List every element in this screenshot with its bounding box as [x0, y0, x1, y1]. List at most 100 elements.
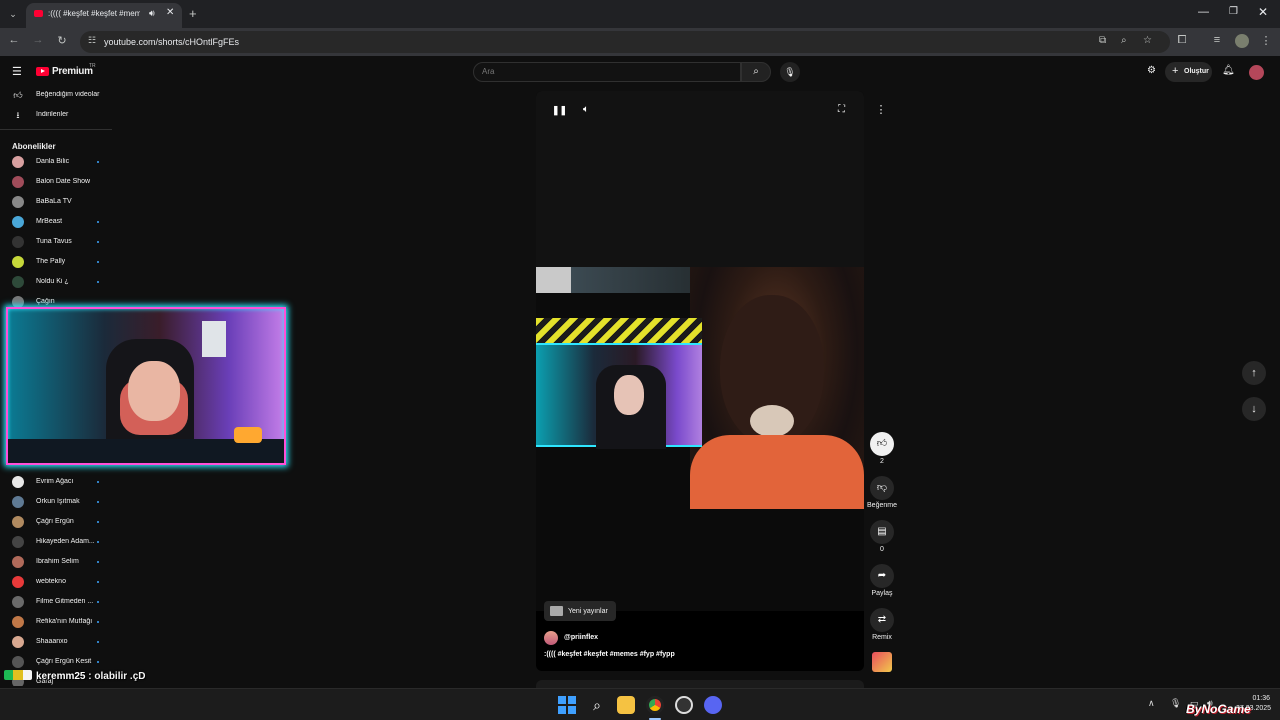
like-button[interactable]: 👍︎ — [870, 432, 894, 456]
subscription-item[interactable]: Tuna Tavus — [0, 233, 112, 253]
sidebar-divider — [0, 129, 112, 130]
dislike-button[interactable]: 👎︎ — [870, 476, 894, 500]
subscription-item[interactable]: webtekno — [0, 573, 112, 593]
audio-playing-icon[interactable]: 🔊︎ — [149, 8, 155, 19]
tab-list-icon[interactable]: ⌄ — [4, 5, 22, 23]
sound-thumbnail[interactable] — [872, 652, 892, 672]
new-content-dot — [97, 601, 99, 603]
forward-icon[interactable]: → — [30, 34, 46, 46]
browser-tab-active[interactable]: :(((( #keşfet #keşfet #memes 🔊︎ ✕ — [26, 3, 182, 28]
bookmark-star-icon[interactable]: ☆ — [1143, 35, 1152, 46]
share-label: Paylaş — [871, 590, 893, 597]
browser-toolbar: ← → ↻ ☷ youtube.com/shorts/cHOntlFgFEs ⧉… — [0, 28, 1280, 56]
arrow-up-icon: ↑ — [1251, 367, 1257, 379]
browser-menu-icon[interactable]: ⋮ — [1258, 34, 1274, 47]
chip-label: Yeni yayınlar — [568, 607, 608, 615]
file-explorer-icon[interactable] — [617, 696, 635, 714]
install-icon[interactable]: ⧉ — [1099, 35, 1106, 46]
previous-short-button[interactable]: ↑ — [1242, 361, 1266, 385]
subscription-item[interactable]: Balon Date Show — [0, 173, 112, 193]
comments-button[interactable]: ▤ — [870, 520, 894, 544]
subscription-item[interactable]: Orkun Işıtmak — [0, 493, 112, 513]
video-top-area — [536, 91, 864, 267]
remix-button[interactable]: ⇄ — [870, 608, 894, 632]
subscription-label: BaBaLa TV — [36, 198, 72, 205]
channel-avatar — [12, 636, 24, 648]
next-short-button[interactable]: ↓ — [1242, 397, 1266, 421]
back-icon[interactable]: ← — [6, 34, 22, 46]
chat-text: : olabilir .çD — [88, 671, 146, 682]
gear-icon[interactable]: ⚙ — [1147, 65, 1156, 76]
subscription-item[interactable]: Filme Gitmeden ... — [0, 593, 112, 613]
restore-icon[interactable]: ❐ — [1229, 6, 1238, 17]
subscription-item[interactable]: İbrahim Selim — [0, 553, 112, 573]
tray-overflow-icon[interactable]: ∧ — [1148, 698, 1155, 709]
plus-icon: + — [1172, 65, 1179, 77]
subscription-label: webtekno — [36, 578, 66, 585]
youtube-header: ☰ Premium TR ⌕ 🎙︎ ⚙ + Oluştur 🔔︎ — [0, 56, 1280, 88]
browser-tabstrip: ⌄ :(((( #keşfet #keşfet #memes 🔊︎ ✕ + — … — [0, 0, 1280, 28]
subscription-label: Hikayeden Adam... — [36, 538, 94, 545]
subscription-item[interactable]: Çağrı Ergün — [0, 513, 112, 533]
search-button[interactable]: ⌕ — [741, 62, 771, 82]
profile-avatar[interactable] — [1235, 34, 1249, 48]
shorts-player[interactable]: ❚❚ 🔈︎ ⛶ Yeni yayınlar @priinflex :(((( #… — [536, 91, 864, 671]
subscription-item[interactable]: BaBaLa TV — [0, 193, 112, 213]
youtube-logo-text[interactable]: Premium — [52, 66, 93, 77]
media-controls-icon[interactable]: ≡ — [1209, 34, 1225, 46]
channel-name[interactable]: @priinflex — [564, 634, 598, 641]
menu-icon[interactable]: ☰ — [12, 65, 22, 78]
search-input[interactable] — [482, 67, 722, 76]
subscription-item[interactable]: Evrim Ağacı — [0, 473, 112, 493]
discord-icon[interactable] — [704, 696, 722, 714]
video-title[interactable]: :(((( #keşfet #keşfet #memes #fyp #fypp — [544, 651, 675, 658]
sidebar-item-downloads[interactable]: ⭳ İndirilenler — [0, 106, 112, 126]
reload-icon[interactable]: ↻ — [54, 34, 70, 47]
youtube-logo-icon[interactable] — [36, 67, 49, 76]
search-icon[interactable]: ⌕ — [588, 696, 606, 714]
subscription-item[interactable]: The Pally — [0, 253, 112, 273]
minimize-icon[interactable]: — — [1198, 6, 1209, 18]
subscription-item[interactable]: Noldu Ki ¿ — [0, 273, 112, 293]
clock-time[interactable]: 01:36 — [1240, 695, 1270, 702]
account-avatar[interactable] — [1249, 65, 1264, 80]
volume-icon[interactable]: 🔈︎ — [583, 104, 589, 115]
extensions-icon[interactable]: ⧠ — [1174, 34, 1190, 47]
pause-icon[interactable]: ❚❚ — [552, 105, 567, 116]
app-icon[interactable] — [675, 696, 693, 714]
next-short-preview[interactable] — [536, 680, 864, 688]
create-button[interactable]: + Oluştur — [1165, 62, 1212, 82]
thumbs-down-icon: 👎︎ — [876, 482, 888, 493]
subscription-item[interactable]: Refika'nın Mutfağı — [0, 613, 112, 633]
new-content-dot — [97, 481, 99, 483]
share-button[interactable]: ➦ — [870, 564, 894, 588]
subscription-item[interactable]: Hikayeden Adam... — [0, 533, 112, 553]
video-meme-frame — [690, 267, 864, 509]
chrome-icon[interactable] — [646, 696, 664, 714]
new-streams-chip[interactable]: Yeni yayınlar — [544, 601, 616, 621]
fullscreen-icon[interactable]: ⛶ — [838, 104, 845, 115]
sidebar-item-liked-videos[interactable]: 👍︎ Beğendiğim videolar — [0, 86, 112, 106]
microphone-icon[interactable]: 🎙︎ — [780, 62, 800, 82]
window-close-icon[interactable]: ✕ — [1258, 5, 1268, 19]
subscription-item[interactable]: Danla Bilic — [0, 153, 112, 173]
subscription-label: Danla Bilic — [36, 158, 70, 165]
close-tab-icon[interactable]: ✕ — [166, 7, 174, 18]
tray-mic-icon[interactable]: 🎙︎ — [1170, 698, 1181, 709]
address-bar[interactable]: ☷ youtube.com/shorts/cHOntlFgFEs ⧉ ⌕ ☆ — [80, 31, 1170, 53]
chat-badges-icon — [4, 670, 32, 680]
subscription-item[interactable]: MrBeast — [0, 213, 112, 233]
new-tab-icon[interactable]: + — [189, 6, 197, 21]
zoom-icon[interactable]: ⌕ — [1121, 35, 1127, 46]
stream-chat-message: keremm25 : olabilir .çD — [4, 670, 146, 682]
sidebar-item-label: İndirilenler — [36, 111, 69, 118]
more-options-icon[interactable]: ⋮ — [870, 100, 892, 120]
notifications-icon[interactable]: 🔔︎ — [1222, 65, 1235, 76]
url-text[interactable]: youtube.com/shorts/cHOntlFgFEs — [104, 37, 239, 47]
subscription-item[interactable]: Shaaanxo — [0, 633, 112, 653]
streamer-face — [614, 375, 644, 415]
start-icon[interactable] — [558, 696, 576, 714]
site-info-icon[interactable]: ☷ — [88, 35, 96, 46]
search-box[interactable] — [473, 62, 741, 82]
channel-avatar[interactable] — [544, 631, 558, 645]
